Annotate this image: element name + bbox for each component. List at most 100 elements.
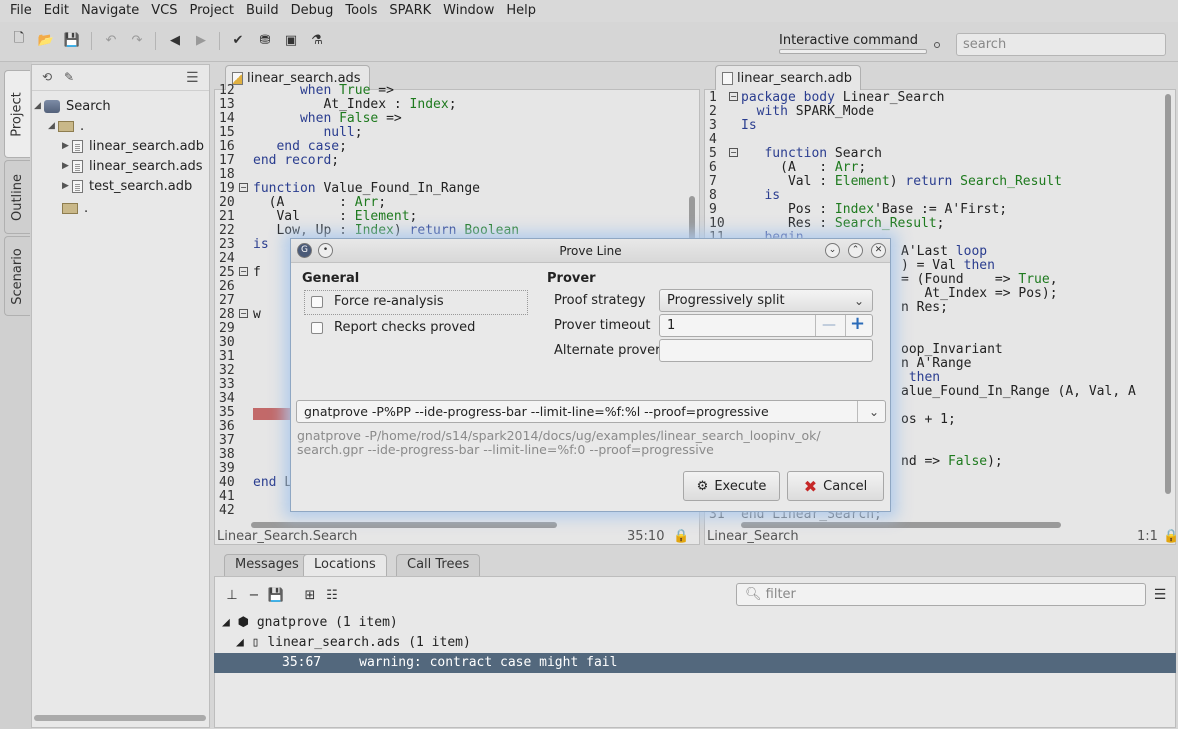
tree-folder[interactable]: .: [62, 198, 88, 218]
collapse-arrow-icon[interactable]: ▶: [62, 181, 72, 191]
close-icon[interactable]: ✕: [871, 243, 886, 258]
expanded-command-line2: search.gpr --ide-progress-bar --limit-li…: [297, 442, 714, 457]
open-folder-icon[interactable]: 📂: [37, 31, 55, 49]
tab-outline-label: Outline: [10, 173, 25, 221]
tree-file[interactable]: ▶ linear_search.ads: [62, 156, 203, 176]
menu-tools[interactable]: Tools: [339, 0, 383, 22]
remove-icon[interactable]: −: [245, 586, 263, 604]
tab-scenario[interactable]: Scenario: [4, 236, 30, 316]
tree-root[interactable]: ◢ Search: [34, 96, 111, 116]
menu-build[interactable]: Build: [240, 0, 285, 22]
menu-edit[interactable]: Edit: [38, 0, 75, 22]
tree-file[interactable]: ▶ test_search.adb: [62, 176, 192, 196]
menu-icon[interactable]: ☰: [186, 70, 199, 86]
force-reanalysis-checkbox[interactable]: [311, 296, 323, 308]
line-number: 15: [219, 125, 235, 140]
tab-outline[interactable]: Outline: [4, 160, 30, 234]
build-icon[interactable]: ⛃: [256, 31, 274, 49]
horizontal-scrollbar[interactable]: [741, 522, 1061, 528]
debug-icon[interactable]: ⚗: [308, 31, 326, 49]
plus-icon[interactable]: +: [850, 313, 865, 334]
menu-project[interactable]: Project: [184, 0, 240, 22]
tab-locations[interactable]: Locations: [303, 554, 387, 577]
proof-strategy-select[interactable]: Progressively split ⌄: [659, 289, 873, 312]
line-number: 17: [219, 153, 235, 168]
menu-help[interactable]: Help: [500, 0, 542, 22]
chevron-down-icon[interactable]: ⌄: [869, 402, 879, 423]
forward-arrow-icon[interactable]: ▶: [192, 31, 210, 49]
tab-call-trees[interactable]: Call Trees: [396, 554, 481, 576]
menu-debug[interactable]: Debug: [285, 0, 340, 22]
alternate-prover-input[interactable]: [659, 339, 873, 362]
expand-arrow-icon[interactable]: ◢: [48, 121, 58, 131]
cancel-button[interactable]: ✖ Cancel: [787, 471, 884, 501]
fold-icon[interactable]: −: [239, 267, 248, 276]
expand-arrow-icon[interactable]: ◢: [214, 635, 252, 650]
location-message-row[interactable]: 35:67 warning: contract case might fail: [214, 653, 1176, 673]
new-file-icon[interactable]: 🗋: [10, 31, 28, 49]
menu-window[interactable]: Window: [437, 0, 500, 22]
package-icon: ⬢: [237, 615, 257, 630]
filter-input[interactable]: 🔍︎ filter: [736, 583, 1146, 606]
save-icon[interactable]: 💾: [63, 31, 81, 49]
fold-icon[interactable]: −: [729, 148, 738, 157]
tree-file[interactable]: ▶ linear_search.adb: [62, 136, 204, 156]
code-line: n Res;: [901, 300, 948, 315]
collapse-arrow-icon[interactable]: ▶: [62, 161, 72, 171]
collapse-arrow-icon[interactable]: ▶: [62, 141, 72, 151]
expand-arrow-icon[interactable]: ◢: [34, 101, 44, 111]
fold-icon[interactable]: −: [239, 309, 248, 318]
tree-folder[interactable]: ◢.: [48, 116, 84, 136]
menu-vcs[interactable]: VCS: [145, 0, 183, 22]
report-checks-checkbox[interactable]: [311, 322, 323, 334]
search-icon: 🔍︎: [745, 587, 766, 602]
expand-all-icon[interactable]: ⊞: [301, 586, 319, 604]
prover-timeout-stepper[interactable]: 1 — +: [659, 313, 873, 337]
filter-placeholder: filter: [765, 587, 796, 602]
location-file[interactable]: ◢ ▯ linear_search.ads (1 item): [214, 633, 1176, 653]
edit-icon[interactable]: ✎: [64, 70, 74, 84]
code-line: then: [908, 370, 941, 385]
list-icon[interactable]: ☷: [323, 586, 341, 604]
horizontal-scrollbar[interactable]: [34, 715, 206, 721]
dialog-title: Prove Line: [559, 244, 622, 258]
tab-messages[interactable]: Messages: [224, 554, 310, 576]
menu-spark[interactable]: SPARK: [383, 0, 437, 22]
fold-icon[interactable]: −: [729, 92, 738, 101]
clear-icon[interactable]: ⊥: [223, 586, 241, 604]
project-panel: ⟲ ✎ ☰ ◢ Search ◢. ▶ linear_search.adb ▶ lin…: [31, 64, 210, 728]
execute-button[interactable]: ⚙ Execute: [683, 471, 780, 501]
toolbar-separator: [155, 32, 156, 50]
redo-icon[interactable]: ↷: [128, 31, 146, 49]
line-number: 39: [219, 461, 235, 476]
maximize-icon[interactable]: ⌃: [848, 243, 863, 258]
minimize-icon[interactable]: ⌄: [825, 243, 840, 258]
code-line: when True =>: [299, 83, 394, 98]
undo-icon[interactable]: ↶: [102, 31, 120, 49]
line-number: 40: [219, 475, 235, 490]
tab-linear-search-adb[interactable]: linear_search.adb: [715, 65, 862, 90]
check-icon[interactable]: ✔: [229, 31, 247, 49]
menu-navigate[interactable]: Navigate: [75, 0, 145, 22]
fold-icon[interactable]: −: [239, 183, 248, 192]
run-icon[interactable]: ▣: [282, 31, 300, 49]
command-line-combo[interactable]: gnatprove -P%PP --ide-progress-bar --lim…: [296, 400, 886, 423]
location-group[interactable]: ◢ ⬢ gnatprove (1 item): [214, 613, 1176, 633]
lock-icon: 🔒: [673, 529, 690, 544]
vertical-scrollbar[interactable]: [1165, 94, 1171, 494]
cancel-label: Cancel: [823, 478, 868, 494]
menu-file[interactable]: File: [4, 0, 38, 22]
back-arrow-icon[interactable]: ◀: [166, 31, 184, 49]
prover-heading: Prover: [547, 271, 596, 286]
line-number: 24: [219, 251, 235, 266]
expand-arrow-icon[interactable]: ◢: [214, 615, 238, 630]
search-input[interactable]: search: [956, 33, 1166, 56]
tab-project[interactable]: Project: [4, 70, 30, 158]
menu-icon[interactable]: ☰: [1151, 586, 1169, 604]
save-icon[interactable]: 💾: [267, 586, 285, 604]
sync-icon[interactable]: ⟲: [42, 70, 52, 84]
minus-icon[interactable]: —: [822, 315, 836, 336]
interactive-command-input[interactable]: [779, 49, 927, 54]
tree-folder-label: .: [80, 118, 85, 134]
